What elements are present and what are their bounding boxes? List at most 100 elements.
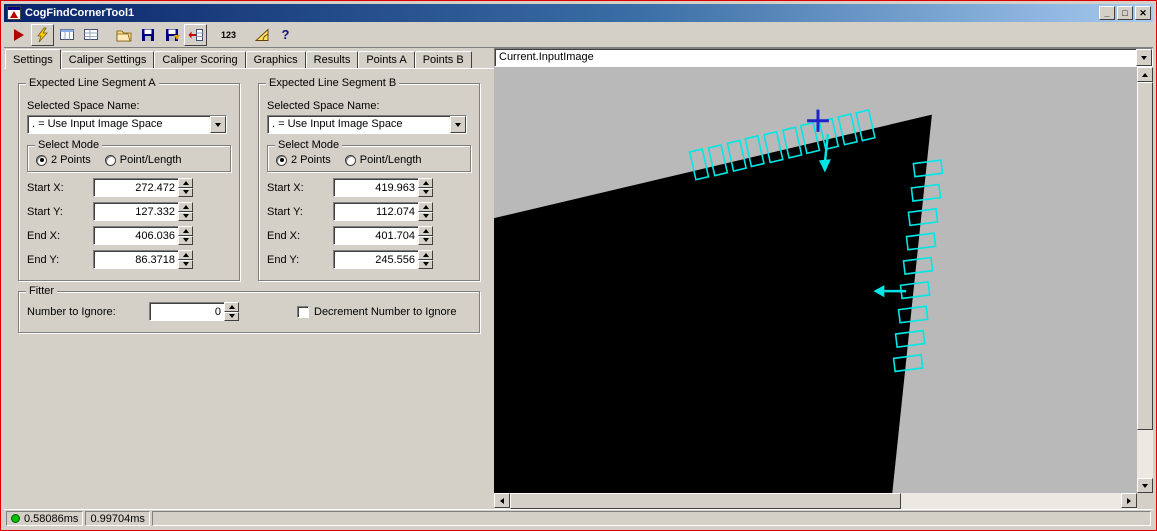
segment-b-radio-point-length[interactable]: Point/Length — [345, 154, 422, 166]
field-label: Start Y: — [27, 206, 93, 218]
scroll-down-button[interactable] — [1137, 478, 1153, 493]
segment-b-title: Expected Line Segment B — [266, 77, 399, 89]
segment-b-space-label: Selected Space Name: — [267, 100, 471, 112]
segment-a-endy-field — [93, 250, 193, 269]
segment-b-endx-field — [333, 226, 433, 245]
update-arrows-icon — [188, 27, 204, 43]
tab-strip: Settings Caliper Settings Caliper Scorin… — [4, 48, 494, 68]
chevron-down-icon — [215, 123, 221, 127]
segment-a-startx-field — [93, 178, 193, 197]
segment-a-endy-input[interactable] — [93, 250, 178, 269]
dropdown-button[interactable] — [1136, 49, 1152, 66]
spin-up-button[interactable] — [418, 202, 433, 212]
segment-a-endx-input[interactable] — [93, 226, 178, 245]
scroll-right-button[interactable] — [1121, 493, 1137, 508]
radio-label: 2 Points — [51, 154, 91, 166]
save-button[interactable] — [136, 24, 159, 46]
tab-points-b[interactable]: Points B — [415, 51, 472, 68]
dropdown-button[interactable] — [210, 116, 226, 133]
segment-b-startx-input[interactable] — [333, 178, 418, 197]
status-filler — [152, 511, 1151, 526]
electric-run-button[interactable] — [31, 24, 54, 46]
run-button[interactable] — [7, 24, 30, 46]
segment-a-radio-point-length[interactable]: Point/Length — [105, 154, 182, 166]
image-source-select[interactable]: Current.InputImage — [494, 48, 1153, 67]
numbers-icon: 123 — [221, 30, 236, 40]
spin-down-button[interactable] — [418, 188, 433, 198]
segment-a-starty-input[interactable] — [93, 202, 178, 221]
horizontal-scroll-thumb[interactable] — [510, 493, 901, 509]
tab-results[interactable]: Results — [306, 51, 359, 68]
horizontal-scrollbar[interactable] — [494, 493, 1137, 509]
radio-label: 2 Points — [291, 154, 331, 166]
segment-b-endx-input[interactable] — [333, 226, 418, 245]
spin-down-button[interactable] — [178, 260, 193, 270]
image-grid-icon — [59, 27, 75, 43]
tab-points-a[interactable]: Points A — [358, 51, 414, 68]
spin-down-button[interactable] — [178, 188, 193, 198]
minimize-button[interactable]: _ — [1099, 6, 1115, 20]
number-to-ignore-input[interactable] — [149, 302, 224, 321]
image-window-button[interactable] — [55, 24, 78, 46]
segment-b-select-mode-group: Select Mode 2 Points Point/Length — [267, 145, 471, 172]
open-button[interactable] — [112, 24, 135, 46]
radio-icon — [105, 155, 116, 166]
decrement-checkbox-item[interactable]: Decrement Number to Ignore — [297, 306, 456, 318]
segment-b-radio-2points[interactable]: 2 Points — [276, 154, 331, 166]
run-icon — [14, 29, 24, 41]
vertical-scroll-track[interactable] — [1137, 82, 1153, 478]
spin-up-button[interactable] — [178, 178, 193, 188]
horizontal-scroll-track[interactable] — [510, 493, 1121, 509]
help-button[interactable]: ? — [274, 24, 297, 46]
spin-down-button[interactable] — [418, 236, 433, 246]
scroll-up-button[interactable] — [1137, 67, 1153, 82]
spin-up-button[interactable] — [418, 178, 433, 188]
units-button[interactable] — [250, 24, 273, 46]
segment-a-space-select[interactable]: . = Use Input Image Space — [27, 115, 227, 134]
window-title: CogFindCornerTool1 — [25, 7, 1097, 19]
toolbar: 123 ? — [4, 22, 1153, 48]
spin-up-button[interactable] — [178, 226, 193, 236]
segment-b-space-select[interactable]: . = Use Input Image Space — [267, 115, 467, 134]
tab-settings[interactable]: Settings — [5, 49, 61, 69]
image-display[interactable] — [494, 67, 1137, 493]
save-floppy-icon — [140, 27, 156, 43]
segment-b-starty-input[interactable] — [333, 202, 418, 221]
vertical-scroll-thumb[interactable] — [1137, 82, 1153, 430]
segment-a-endx-field — [93, 226, 193, 245]
spin-up-button[interactable] — [178, 202, 193, 212]
results-window-button[interactable] — [79, 24, 102, 46]
image-view-svg — [494, 67, 1137, 493]
title-bar[interactable]: CogFindCornerTool1 _ □ ✕ — [4, 4, 1153, 22]
spin-up-button[interactable] — [418, 250, 433, 260]
tab-caliper-scoring[interactable]: Caliper Scoring — [154, 51, 245, 68]
segment-b-endy-input[interactable] — [333, 250, 418, 269]
spin-down-button[interactable] — [178, 212, 193, 222]
numeric-format-button[interactable]: 123 — [217, 24, 240, 46]
maximize-button[interactable]: □ — [1117, 6, 1133, 20]
segment-a-startx-input[interactable] — [93, 178, 178, 197]
radio-label: Point/Length — [120, 154, 182, 166]
scroll-left-button[interactable] — [494, 493, 510, 508]
segment-a-radio-2points[interactable]: 2 Points — [36, 154, 91, 166]
spin-up-button[interactable] — [224, 302, 239, 312]
scrollbar-corner — [1137, 493, 1153, 509]
help-icon: ? — [282, 27, 290, 42]
field-label: Start Y: — [267, 206, 333, 218]
tab-caliper-settings[interactable]: Caliper Settings — [61, 51, 155, 68]
spin-down-button[interactable] — [418, 212, 433, 222]
fitter-group: Fitter Number to Ignore: Decrement Numbe… — [18, 291, 480, 333]
spin-down-button[interactable] — [418, 260, 433, 270]
field-label: End Y: — [267, 254, 333, 266]
spin-up-button[interactable] — [418, 226, 433, 236]
dropdown-button[interactable] — [450, 116, 466, 133]
status-bar: 0.58086ms 0.99704ms — [4, 509, 1153, 527]
spin-up-button[interactable] — [178, 250, 193, 260]
save-results-button[interactable] — [160, 24, 183, 46]
spin-down-button[interactable] — [178, 236, 193, 246]
spin-down-button[interactable] — [224, 312, 239, 322]
auto-update-button[interactable] — [184, 24, 207, 46]
close-button[interactable]: ✕ — [1135, 6, 1151, 20]
vertical-scrollbar[interactable] — [1137, 67, 1153, 493]
tab-graphics[interactable]: Graphics — [246, 51, 306, 68]
